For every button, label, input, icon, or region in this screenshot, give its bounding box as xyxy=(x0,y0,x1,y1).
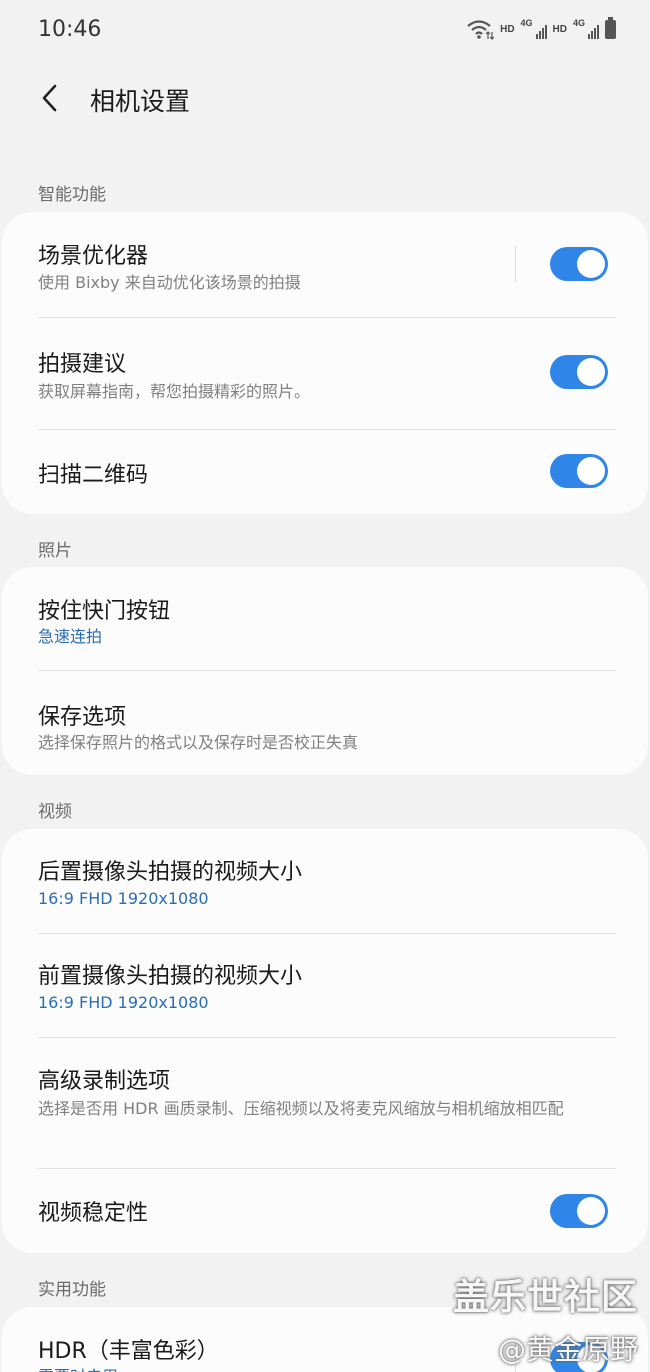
shot-suggestions-toggle[interactable] xyxy=(550,355,608,389)
setting-shot-suggestions[interactable]: 拍摄建议 获取屏幕指南，帮您拍摄精彩的照片。 xyxy=(2,318,648,430)
setting-title: 场景优化器 xyxy=(38,244,149,269)
setting-subtitle: 获取屏幕指南，帮您拍摄精彩的照片。 xyxy=(38,382,311,401)
setting-scan-qr[interactable]: 扫描二维码 xyxy=(2,430,648,514)
setting-value: 需要时启用 xyxy=(38,1363,118,1372)
wifi-icon xyxy=(467,20,495,40)
setting-title: 高级录制选项 xyxy=(38,1069,171,1094)
back-button[interactable] xyxy=(28,76,72,120)
toggle-knob xyxy=(577,250,605,278)
toggle-knob xyxy=(577,358,605,386)
setting-scene-optimizer[interactable]: 场景优化器 使用 Bixby 来自动优化该场景的拍摄 xyxy=(2,212,648,318)
setting-title: 前置摄像头拍摄的视频大小 xyxy=(38,964,303,989)
status-time: 10:46 xyxy=(38,17,102,42)
signal-icon: 4G xyxy=(573,18,599,40)
setting-hold-shutter[interactable]: 按住快门按钮 急速连拍 xyxy=(2,567,648,671)
card-useful: HDR（丰富色彩） 需要时启用 xyxy=(2,1307,648,1372)
toggle-knob xyxy=(577,457,605,485)
section-header-smart: 智能功能 xyxy=(38,185,106,205)
hdr-toggle[interactable] xyxy=(550,1342,608,1372)
setting-subtitle: 选择保存照片的格式以及保存时是否校正失真 xyxy=(38,733,359,752)
status-icons: HD 4G HD 4G xyxy=(466,16,616,40)
network-type-label: 4G xyxy=(573,18,586,28)
vertical-divider xyxy=(515,1341,516,1372)
hd-label: HD xyxy=(500,23,515,35)
setting-hdr[interactable]: HDR（丰富色彩） 需要时启用 xyxy=(2,1307,648,1372)
setting-value: 16:9 FHD 1920x1080 xyxy=(38,993,209,1012)
toggle-knob xyxy=(577,1197,605,1225)
setting-value: 16:9 FHD 1920x1080 xyxy=(38,889,209,908)
chevron-left-icon xyxy=(42,84,57,112)
setting-title: 扫描二维码 xyxy=(38,463,149,488)
card-smart: 场景优化器 使用 Bixby 来自动优化该场景的拍摄 拍摄建议 获取屏幕指南，帮… xyxy=(2,212,648,514)
setting-title: 按住快门按钮 xyxy=(38,599,171,624)
setting-title: 后置摄像头拍摄的视频大小 xyxy=(38,860,303,885)
camera-settings-screen: 10:46 HD 4G HD 4G 相机设置 智能功能 场景优化器 使用 Bix… xyxy=(0,0,650,1372)
setting-title: 保存选项 xyxy=(38,705,127,730)
section-header-photo: 照片 xyxy=(38,541,72,561)
video-stabilization-toggle[interactable] xyxy=(550,1194,608,1228)
setting-save-options[interactable]: 保存选项 选择保存照片的格式以及保存时是否校正失真 xyxy=(2,671,648,775)
battery-icon xyxy=(605,16,616,39)
setting-advanced-recording[interactable]: 高级录制选项 选择是否用 HDR 画质录制、压缩视频以及将麦克风缩放与相机缩放相… xyxy=(2,1038,648,1169)
section-header-useful: 实用功能 xyxy=(38,1280,106,1300)
card-video: 后置摄像头拍摄的视频大小 16:9 FHD 1920x1080 前置摄像头拍摄的… xyxy=(2,829,648,1253)
section-header-video: 视频 xyxy=(38,802,72,822)
setting-value: 急速连拍 xyxy=(38,627,103,646)
scan-qr-toggle[interactable] xyxy=(550,454,608,488)
signal-icon: 4G xyxy=(521,18,547,40)
setting-front-video-size[interactable]: 前置摄像头拍摄的视频大小 16:9 FHD 1920x1080 xyxy=(2,934,648,1038)
setting-title: 拍摄建议 xyxy=(38,352,127,377)
setting-title: 视频稳定性 xyxy=(38,1201,149,1226)
hd-label: HD xyxy=(552,23,567,35)
page-title: 相机设置 xyxy=(90,87,191,116)
toggle-knob xyxy=(577,1345,605,1372)
setting-title: HDR（丰富色彩） xyxy=(38,1339,219,1364)
setting-video-stabilization[interactable]: 视频稳定性 xyxy=(2,1169,648,1253)
status-bar: 10:46 HD 4G HD 4G xyxy=(0,0,650,62)
setting-subtitle: 使用 Bixby 来自动优化该场景的拍摄 xyxy=(38,273,301,292)
setting-rear-video-size[interactable]: 后置摄像头拍摄的视频大小 16:9 FHD 1920x1080 xyxy=(2,829,648,934)
app-header: 相机设置 xyxy=(0,62,650,134)
network-type-label: 4G xyxy=(520,18,533,28)
scene-optimizer-toggle[interactable] xyxy=(550,247,608,281)
card-photo: 按住快门按钮 急速连拍 保存选项 选择保存照片的格式以及保存时是否校正失真 xyxy=(2,567,648,775)
setting-subtitle: 选择是否用 HDR 画质录制、压缩视频以及将麦克风缩放与相机缩放相匹配 xyxy=(38,1099,564,1118)
vertical-divider xyxy=(515,246,516,282)
